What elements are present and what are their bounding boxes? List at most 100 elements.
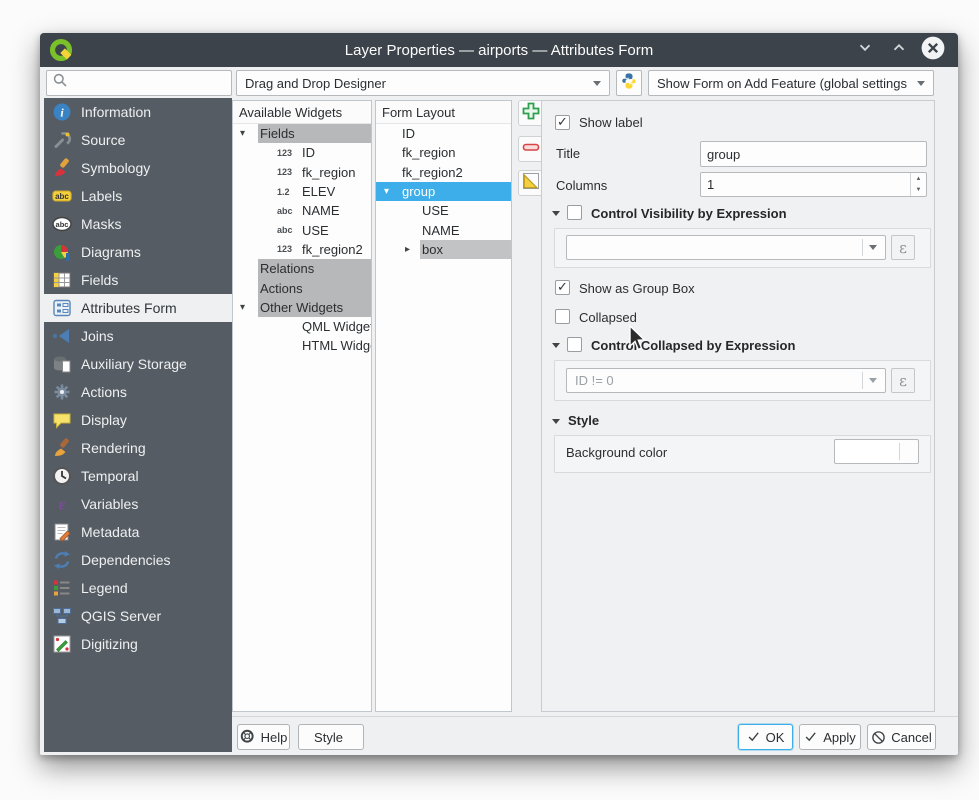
chevron-down-icon xyxy=(856,39,874,62)
expand-arrow-icon[interactable]: ▾ xyxy=(240,298,245,317)
collapsed-expression-builder-button[interactable]: ε xyxy=(891,368,915,393)
tree-item-elev[interactable]: 1.2ELEV xyxy=(233,182,371,201)
collapse-arrow-icon[interactable] xyxy=(552,211,560,216)
title-input[interactable]: group xyxy=(700,141,927,167)
sidebar-item-diagrams[interactable]: Diagrams xyxy=(44,238,232,266)
sidebar-item-information[interactable]: iInformation xyxy=(44,98,232,126)
style-group-label[interactable]: Style xyxy=(568,413,599,428)
tree-item-relations[interactable]: Relations xyxy=(233,259,371,278)
properties-sidebar: iInformationSourceSymbologyabcLabelsabcM… xyxy=(44,98,232,752)
tree-item-label: ELEV xyxy=(302,184,335,199)
add-icon xyxy=(521,101,541,126)
control-collapsed-label[interactable]: Control Collapsed by Expression xyxy=(591,338,795,353)
window-close-button[interactable] xyxy=(922,39,944,61)
ok-button[interactable]: OK xyxy=(738,724,793,750)
sidebar-item-label: Diagrams xyxy=(81,244,141,260)
expand-arrow-icon[interactable]: ▾ xyxy=(240,124,245,143)
sidebar-item-attributes-form[interactable]: Attributes Form xyxy=(44,294,232,322)
window-shade-button[interactable] xyxy=(854,39,876,61)
cancel-button[interactable]: Cancel xyxy=(867,724,936,750)
sidebar-item-temporal[interactable]: Temporal xyxy=(44,462,232,490)
field-type-badge: abc xyxy=(277,225,302,235)
collapse-arrow-icon[interactable] xyxy=(552,419,560,424)
visibility-expression-builder-button[interactable]: ε xyxy=(891,235,915,260)
tree-item-box[interactable]: ▸box xyxy=(376,240,511,259)
information-icon: i xyxy=(52,102,72,122)
window-maximize-button[interactable] xyxy=(888,39,910,61)
spin-up-button[interactable]: ▲ xyxy=(911,173,926,185)
columns-spinbox[interactable]: 1 ▲ ▼ xyxy=(700,172,927,197)
tree-item-use[interactable]: abcUSE xyxy=(233,220,371,239)
tree-item-label: fk_region2 xyxy=(402,165,463,180)
field-type-badge: 1.2 xyxy=(277,187,302,197)
python-icon xyxy=(620,72,638,95)
fields-icon xyxy=(52,270,72,290)
actions-icon xyxy=(52,382,72,402)
form-layout-tree: IDfk_region fk_region2 ▾groupUSENAME▸box xyxy=(376,124,511,259)
tree-item-use[interactable]: USE xyxy=(376,201,511,220)
background-color-dropdown[interactable] xyxy=(834,439,919,464)
tree-item-other-widgets[interactable]: ▾Other Widgets xyxy=(233,298,371,317)
help-button[interactable]: Help xyxy=(237,724,290,750)
sidebar-item-dependencies[interactable]: Dependencies xyxy=(44,546,232,574)
background-color-label: Background color xyxy=(566,445,667,460)
tree-item-fk-region[interactable]: 123fk_region xyxy=(233,163,371,182)
sidebar-item-labels[interactable]: abcLabels xyxy=(44,182,232,210)
style-menu-button[interactable]: Style xyxy=(298,724,364,750)
apply-button[interactable]: Apply xyxy=(799,724,861,750)
show-as-group-box-checkbox[interactable]: ✓ xyxy=(555,280,570,295)
form-on-add-feature-combo[interactable]: Show Form on Add Feature (global setting… xyxy=(648,70,934,96)
tree-item-name[interactable]: NAME xyxy=(376,220,511,239)
sidebar-item-label: Actions xyxy=(81,384,127,400)
sidebar-item-digitizing[interactable]: Digitizing xyxy=(44,630,232,658)
sidebar-item-symbology[interactable]: Symbology xyxy=(44,154,232,182)
tree-item-fk-region2[interactable]: fk_region2 xyxy=(376,163,511,182)
field-type-badge: 123 xyxy=(277,148,302,158)
sidebar-item-actions[interactable]: Actions xyxy=(44,378,232,406)
show-label-checkbox[interactable]: ✓ xyxy=(555,115,570,130)
control-visibility-label[interactable]: Control Visibility by Expression xyxy=(591,206,787,221)
tree-item-name[interactable]: abcNAME xyxy=(233,201,371,220)
sidebar-item-source[interactable]: Source xyxy=(44,126,232,154)
sidebar-item-variables[interactable]: εVariables xyxy=(44,490,232,518)
visibility-expression-combo[interactable] xyxy=(566,235,886,260)
control-collapsed-checkbox[interactable] xyxy=(567,337,582,352)
collapsed-arrow-icon[interactable]: ▸ xyxy=(405,240,410,259)
sidebar-item-rendering[interactable]: Rendering xyxy=(44,434,232,462)
collapsed-checkbox[interactable] xyxy=(555,309,570,324)
control-visibility-checkbox[interactable] xyxy=(567,205,582,220)
sidebar-item-legend[interactable]: Legend xyxy=(44,574,232,602)
available-widgets-header: Available Widgets xyxy=(233,101,371,124)
chevron-down-icon xyxy=(917,81,925,86)
sidebar-item-joins[interactable]: Joins xyxy=(44,322,232,350)
expand-arrow-icon[interactable]: ▾ xyxy=(384,182,389,201)
tree-item-qml-widget[interactable]: QML Widget xyxy=(233,317,371,336)
python-init-code-button[interactable] xyxy=(616,70,642,96)
tree-item-fields[interactable]: ▾Fields xyxy=(233,124,371,143)
checkmark-icon: ✓ xyxy=(557,115,568,128)
tree-item-id[interactable]: 123ID xyxy=(233,143,371,162)
title-bar[interactable]: Layer Properties — airports — Attributes… xyxy=(40,33,958,67)
tree-item-group[interactable]: ▾group xyxy=(376,182,511,201)
tree-item-fk-region[interactable]: fk_region xyxy=(376,143,511,162)
tree-item-html-widget[interactable]: HTML Widget xyxy=(233,336,371,355)
sidebar-item-metadata[interactable]: Metadata xyxy=(44,518,232,546)
tree-item-fk-region2[interactable]: 123fk_region2 xyxy=(233,240,371,259)
sidebar-item-masks[interactable]: abcMasks xyxy=(44,210,232,238)
tree-item-id[interactable]: ID xyxy=(376,124,511,143)
check-icon xyxy=(747,730,761,744)
sidebar-item-display[interactable]: Display xyxy=(44,406,232,434)
field-type-badge: abc xyxy=(277,206,302,216)
sidebar-item-label: Labels xyxy=(81,188,122,204)
collapse-arrow-icon[interactable] xyxy=(552,343,560,348)
tree-item-actions[interactable]: Actions xyxy=(233,278,371,297)
spin-down-button[interactable]: ▼ xyxy=(911,185,926,197)
collapsed-expression-combo[interactable]: ID != 0 xyxy=(566,368,886,393)
search-input[interactable] xyxy=(46,70,232,96)
sidebar-item-auxiliary-storage[interactable]: Auxiliary Storage xyxy=(44,350,232,378)
sidebar-item-fields[interactable]: Fields xyxy=(44,266,232,294)
show-as-group-box-label: Show as Group Box xyxy=(579,281,695,296)
editor-layout-combo[interactable]: Drag and Drop Designer xyxy=(236,70,610,96)
sidebar-item-label: Fields xyxy=(81,272,118,288)
sidebar-item-qgis-server[interactable]: QGIS Server xyxy=(44,602,232,630)
